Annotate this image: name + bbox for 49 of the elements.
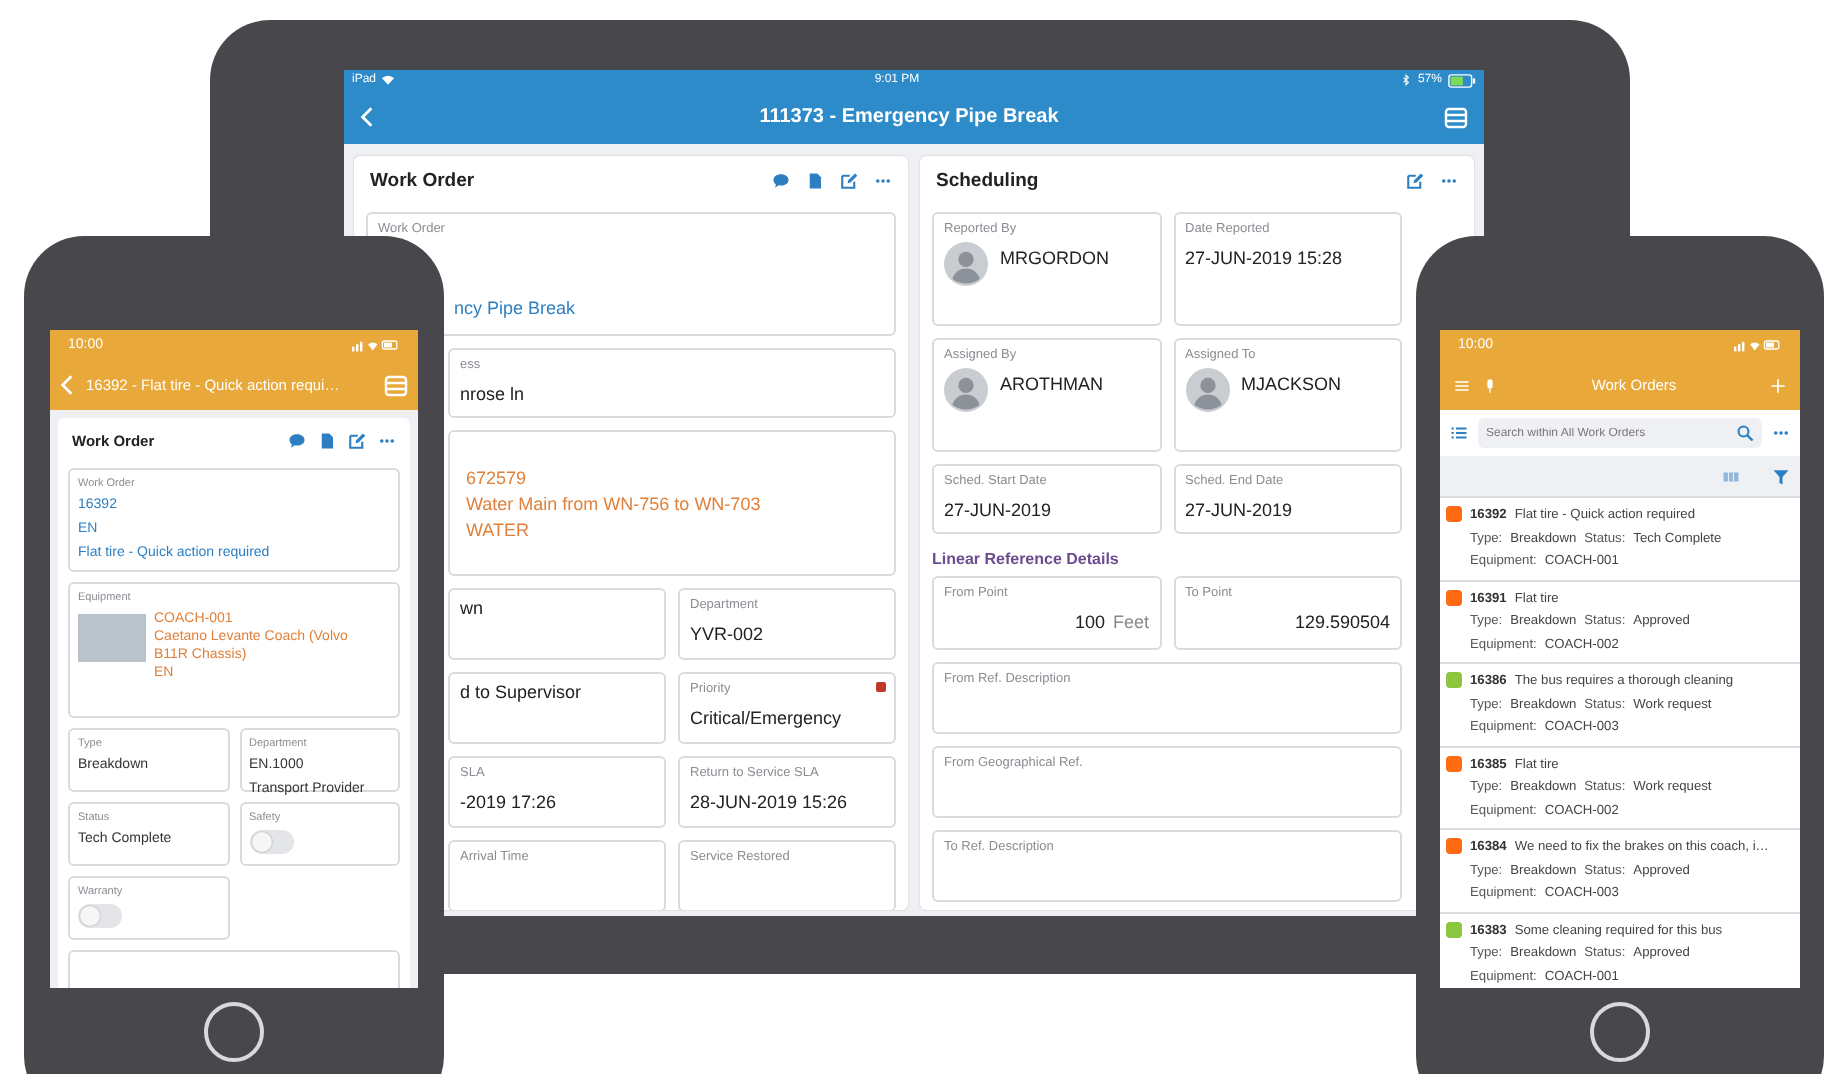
field-value: Critical/Emergency [690, 708, 842, 728]
back-icon[interactable] [360, 106, 374, 128]
chat-icon[interactable] [288, 431, 306, 449]
field-value: wn [460, 598, 484, 618]
edit-icon[interactable] [348, 431, 366, 449]
list-icon[interactable] [1450, 424, 1468, 442]
search-icon[interactable] [1736, 424, 1754, 442]
document-icon[interactable] [318, 431, 336, 449]
panel-title: Work Order [370, 169, 475, 191]
signal-wifi-battery-icon [352, 338, 400, 352]
home-button[interactable] [204, 1002, 264, 1062]
field-value: 129.590504 [1294, 612, 1390, 632]
asset-line: 672579 [466, 467, 527, 487]
field-value: ncy Pipe Break [452, 298, 576, 318]
bluetooth-icon [1399, 74, 1412, 86]
document-icon[interactable] [806, 171, 824, 189]
panel-title: Scheduling [936, 169, 1039, 191]
edit-icon[interactable] [840, 171, 858, 189]
battery-icon [1447, 73, 1476, 87]
toggle-switch[interactable] [78, 904, 122, 928]
field-value: 100 [1074, 612, 1105, 632]
asset-line: WATER [466, 519, 529, 539]
field-value: -2019 17:26 [460, 792, 557, 812]
field-value: 28-JUN-2019 15:26 [690, 792, 848, 812]
home-button[interactable] [1590, 1002, 1650, 1062]
field-value: nrose ln [460, 384, 525, 404]
wifi-icon [382, 74, 395, 86]
field-value: d to Supervisor [460, 682, 582, 702]
chat-icon[interactable] [772, 171, 790, 189]
toggle-switch[interactable] [249, 830, 293, 854]
page-title: 111373 - Emergency Pipe Break [759, 106, 1059, 128]
section-title: Linear Reference Details [932, 550, 1121, 568]
asset-line: Water Main from WN-756 to WN-703 [466, 493, 761, 513]
field-value: 27-JUN-2019 [944, 500, 1052, 520]
avatar-icon [1185, 368, 1229, 412]
edit-icon[interactable] [1406, 171, 1424, 189]
menu-icon[interactable] [1443, 105, 1468, 129]
person-name: MJACKSON [1241, 374, 1342, 394]
field-value: YVR-002 [690, 624, 764, 644]
signal-wifi-battery-icon [1734, 338, 1782, 352]
filter-icon[interactable] [1772, 467, 1790, 485]
person-name: MRGORDON [1000, 248, 1109, 268]
field-value: 27-JUN-2019 15:28 [1185, 248, 1343, 268]
avatar-icon [944, 368, 988, 412]
person-name: AROTHMAN [1000, 374, 1103, 394]
avatar-icon [944, 242, 988, 286]
unit-label: Feet [1112, 612, 1149, 632]
photo-placeholder [78, 614, 146, 662]
field-value: 27-JUN-2019 [1185, 500, 1293, 520]
